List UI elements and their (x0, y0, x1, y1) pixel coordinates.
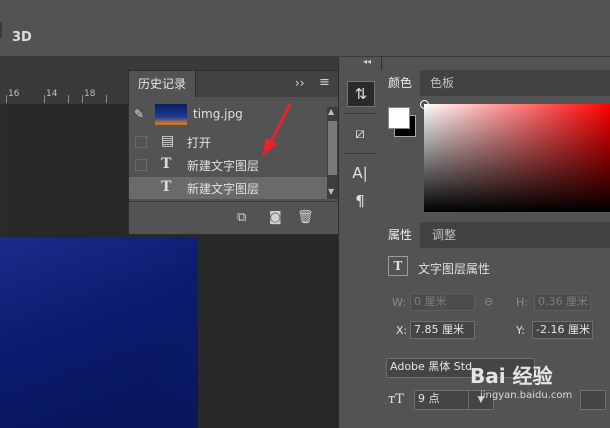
text-tool-icon: T (161, 156, 172, 172)
history-brush-icon[interactable]: ✎ (134, 107, 144, 121)
snapshot-thumbnail (155, 104, 187, 126)
text-tool-icon: T (161, 179, 172, 195)
history-item-new-text-layer-selected[interactable]: T 新建文字图层 (129, 177, 327, 199)
history-item-label: 新建文字图层 (187, 182, 260, 196)
font-size-icon: ᴛT (388, 392, 404, 407)
x-field[interactable]: 7.85 厘米 (410, 321, 475, 339)
tab-properties[interactable]: 属性 (380, 222, 421, 248)
new-document-from-state-icon[interactable]: ⧉ (237, 210, 246, 225)
character-panel-icon[interactable]: A| (347, 161, 373, 185)
properties-tabbar: 属性 调整 (380, 222, 610, 248)
dock-separator (345, 153, 375, 154)
height-field[interactable]: 0.36 厘米 (534, 293, 591, 311)
panel-menu-icon[interactable]: ≡ (319, 75, 330, 90)
foreground-color-swatch[interactable] (388, 107, 410, 129)
ruler-tick (6, 95, 7, 103)
annotation-arrow (262, 103, 292, 156)
options-bar: 3D (0, 0, 610, 57)
ruler-tick (82, 95, 83, 103)
tab-history[interactable]: 历史记录 (129, 71, 196, 97)
color-picker-field[interactable] (420, 100, 610, 212)
history-brush-checkbox[interactable] (135, 182, 147, 194)
history-brush-checkbox[interactable] (135, 136, 147, 148)
ruler-tick-label: 16 (8, 89, 20, 99)
w-label: W: (392, 296, 406, 309)
document-image[interactable] (0, 238, 198, 428)
tab-color[interactable]: 颜色 (380, 70, 421, 96)
leading-field[interactable] (580, 390, 606, 410)
ruler-tick (106, 95, 107, 103)
history-panel: 历史记录 ›› ≡ ✎ timg.jpg ▤ 打开 T 新建文字图层 T 新建文… (128, 70, 340, 235)
tab-swatches[interactable]: 色板 (422, 70, 462, 96)
y-label: Y: (516, 324, 525, 337)
3d-button[interactable]: 3D (12, 30, 32, 45)
x-label: X: (396, 324, 408, 337)
snapshot-label: timg.jpg (193, 107, 243, 121)
panel-dock-strip: ⇅ ⧄ A| ¶ (338, 57, 382, 428)
watermark-url: jingyan.baidu.com (480, 390, 573, 401)
history-brush-checkbox[interactable] (135, 159, 147, 171)
scroll-down-icon[interactable]: ▼ (328, 187, 334, 196)
camera-icon[interactable]: ◙ (269, 210, 282, 225)
trash-icon[interactable]: 🗑 (297, 210, 314, 225)
history-scrollbar[interactable]: ▲ ▼ (327, 107, 338, 199)
history-footer: ⧉ ◙ 🗑 (129, 201, 339, 234)
expand-icon[interactable]: ›› (295, 76, 305, 90)
paragraph-panel-icon[interactable]: ¶ (347, 189, 373, 213)
scroll-thumb[interactable] (328, 121, 337, 175)
ruler-tick (68, 95, 69, 103)
tab-adjustments[interactable]: 调整 (424, 222, 464, 248)
watermark-brand: Bai 经验 (470, 364, 553, 388)
options-separator (0, 22, 2, 38)
ruler-tick-label: 18 (84, 89, 96, 99)
properties-title: 文字图层属性 (418, 262, 491, 276)
text-layer-icon: T (388, 256, 408, 276)
history-tabbar: 历史记录 ›› ≡ (129, 71, 339, 97)
scroll-up-icon[interactable]: ▲ (328, 107, 334, 116)
history-item-label: 打开 (187, 136, 212, 150)
font-size-field[interactable]: 9 点 (414, 390, 471, 410)
color-tabbar: 颜色 色板 (380, 70, 610, 96)
ruler-tick-label: 14 (46, 89, 58, 99)
link-icon[interactable]: ⊖ (484, 295, 493, 308)
color-picker-handle[interactable] (420, 100, 429, 109)
image-shading (150, 238, 198, 428)
paths-panel-icon[interactable]: ⧄ (347, 121, 373, 145)
document-icon: ▤ (161, 133, 175, 149)
vertical-ruler[interactable] (0, 104, 8, 238)
history-item-label: 新建文字图层 (187, 159, 260, 173)
width-field[interactable]: 0 厘米 (410, 293, 475, 311)
collapse-dock-icon[interactable]: ◂◂ (363, 57, 371, 66)
h-label: H: (516, 296, 528, 309)
dock-separator (345, 113, 375, 114)
y-field[interactable]: -2.16 厘米 (532, 321, 593, 339)
ruler-tick (44, 95, 45, 103)
history-panel-icon[interactable]: ⇅ (347, 81, 375, 107)
